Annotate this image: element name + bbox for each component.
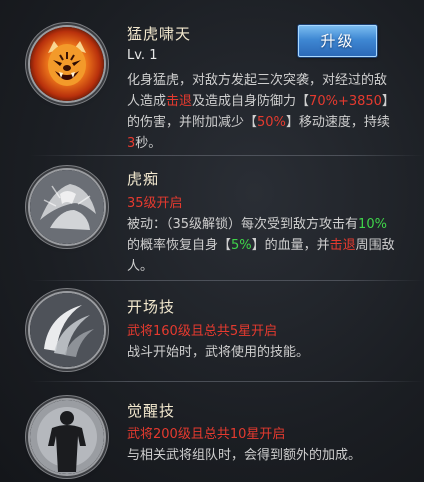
highlight-value: 5% — [231, 238, 252, 253]
skill-description: 化身猛虎，对敌方发起三次突袭，对经过的敌人造成击退及造成自身防御力【70%+38… — [127, 70, 397, 154]
skill-unlock-condition: 35级开启 — [127, 196, 183, 211]
description-text: 及造成自身防御力【 — [192, 94, 310, 109]
tiger-head-icon[interactable] — [30, 27, 104, 101]
skill-unlock-condition: 武将200级且总共10星开启 — [127, 427, 286, 442]
highlight-value: 70%+3850 — [309, 94, 382, 109]
skill-name: 虎痴 — [127, 170, 160, 188]
highlight-value: 击退 — [166, 94, 193, 109]
description-text: 】的血量，并 — [251, 238, 330, 253]
skill-name: 觉醒技 — [127, 402, 176, 420]
description-text: 与相关武将组队时，会得到额外的加成。 — [127, 448, 362, 463]
description-text: 的概率恢复自身【 — [127, 238, 232, 253]
upgrade-button[interactable]: 升级 — [298, 25, 377, 57]
highlight-value: 击退 — [329, 238, 356, 253]
divider — [30, 280, 424, 281]
description-text: 】移动速度，持续 — [285, 115, 390, 130]
slash-arc-icon[interactable] — [30, 293, 104, 367]
description-text: 秒。 — [135, 136, 162, 151]
highlight-value: 50% — [257, 115, 286, 130]
fury-warrior-icon[interactable] — [30, 170, 104, 244]
skill-description: 战斗开始时，武将使用的技能。 — [127, 342, 397, 363]
divider — [30, 155, 424, 156]
skill-description: 被动：（35级解锁）每次受到敌方攻击有10% 的概率恢复自身【5%】的血量，并击退… — [127, 214, 397, 277]
divider — [30, 381, 424, 382]
description-text: 战斗开始时，武将使用的技能。 — [127, 345, 310, 360]
skill-name: 开场技 — [127, 298, 176, 316]
awakened-silhouette-icon[interactable] — [30, 400, 104, 474]
skill-unlock-condition: 武将160级且总共5星开启 — [127, 324, 278, 339]
skill-name: 猛虎啸天 — [127, 25, 192, 43]
skill-level: Lv. 1 — [127, 48, 158, 63]
skill-panel: 猛虎啸天 Lv. 1 升级 化身猛虎，对敌方发起三次突袭，对经过的敌人造成击退及… — [0, 0, 424, 482]
description-text: 被动：（35级解锁）每次受到敌方攻击有 — [127, 217, 359, 232]
highlight-value: 10% — [358, 217, 387, 232]
skill-description: 与相关武将组队时，会得到额外的加成。 — [127, 445, 397, 466]
